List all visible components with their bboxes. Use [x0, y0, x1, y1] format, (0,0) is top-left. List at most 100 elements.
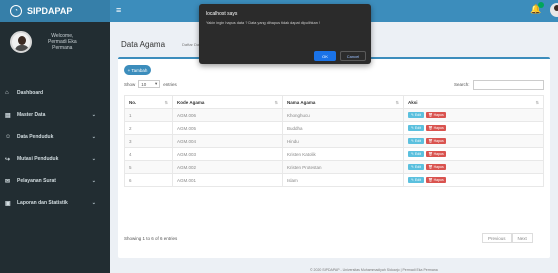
- app-logo[interactable]: ◔ SIPDAPAP: [0, 0, 110, 22]
- cell-aksi: ✎ Edit 🗑 Hapus: [403, 108, 544, 122]
- dialog-title: localhost says: [206, 11, 238, 17]
- delete-button[interactable]: 🗑 Hapus: [426, 177, 446, 183]
- sort-icon: ⇅: [535, 99, 539, 105]
- user-avatar: [10, 31, 32, 53]
- show-label: Show: [124, 81, 136, 87]
- cell-no: 2: [124, 121, 173, 135]
- cell-aksi: ✎ Edit 🗑 Hapus: [403, 173, 544, 187]
- entries-control: Show 10 ▾ entries: [124, 80, 177, 88]
- cell-aksi: ✎ Edit 🗑 Hapus: [403, 147, 544, 161]
- edit-button[interactable]: ✎ Edit: [408, 125, 424, 131]
- table-row: 6 AGM.001 Islam ✎ Edit 🗑 Hapus: [124, 173, 544, 187]
- table-info: Showing 1 to 6 of 6 entries: [124, 236, 178, 241]
- sidebar-item-master-data[interactable]: ▤ Master Data ⌄: [0, 104, 110, 126]
- data-box: + Tambah Show 10 ▾ entries Search: No. ⇅ …: [118, 57, 550, 258]
- delete-button[interactable]: 🗑 Hapus: [426, 112, 446, 118]
- sidebar-item-label: Laporan dan Statistik: [17, 200, 68, 206]
- sidebar-item-pelayanan-surat[interactable]: ✉ Pelayanan Surat ⌄: [0, 170, 110, 192]
- sidebar-item-mutasi-penduduk[interactable]: ↪ Mutasi Penduduk ⌄: [0, 148, 110, 170]
- hamburger-icon[interactable]: ≡: [116, 5, 121, 15]
- file-icon: ▣: [5, 200, 11, 207]
- chevron-down-icon: ⌄: [91, 112, 96, 118]
- cell-nama: Islam: [282, 173, 404, 187]
- chevron-down-icon: ⌄: [91, 156, 96, 162]
- select-caret-icon: ▾: [155, 81, 158, 86]
- next-button[interactable]: Next: [511, 233, 533, 243]
- sort-icon: ⇅: [164, 99, 168, 105]
- cell-nama: Hindu: [282, 134, 404, 148]
- cell-kode: AGM.005: [172, 121, 283, 135]
- delete-button[interactable]: 🗑 Hapus: [426, 125, 446, 131]
- cell-nama: Khonghucu: [282, 108, 404, 122]
- cell-kode: AGM.004: [172, 134, 283, 148]
- edit-button[interactable]: ✎ Edit: [408, 177, 424, 183]
- user-name-line2: Permana: [52, 45, 73, 51]
- dialog-message: Yakin ingin hapus data ? Data yang dihap…: [206, 21, 320, 25]
- col-kode[interactable]: Kode Agama ⇅: [172, 95, 283, 109]
- delete-button[interactable]: 🗑 Hapus: [426, 138, 446, 144]
- cell-nama: Kristen Protestan: [282, 160, 404, 174]
- cell-nama: Kristen Katolik: [282, 147, 404, 161]
- edit-button[interactable]: ✎ Edit: [408, 112, 424, 118]
- table-header-row: No. ⇅ Kode Agama ⇅ Nama Agama ⇅ Aksi ⇅: [124, 95, 544, 109]
- delete-button[interactable]: 🗑 Hapus: [426, 151, 446, 157]
- table-row: 4 AGM.003 Kristen Katolik ✎ Edit 🗑 Hapus: [124, 147, 544, 161]
- sidebar-item-label: Mutasi Penduduk: [17, 156, 59, 162]
- cell-aksi: ✎ Edit 🗑 Hapus: [403, 160, 544, 174]
- dialog-ok-button[interactable]: OK: [314, 51, 336, 61]
- table-row: 3 AGM.004 Hindu ✎ Edit 🗑 Hapus: [124, 134, 544, 148]
- page-title: Data Agama: [121, 40, 166, 49]
- chevron-down-icon: ⌄: [91, 200, 96, 206]
- delete-button[interactable]: 🗑 Hapus: [426, 164, 446, 170]
- header-avatar[interactable]: [550, 3, 558, 17]
- sidebar-item-label: Data Penduduk: [17, 134, 54, 140]
- agama-table: No. ⇅ Kode Agama ⇅ Nama Agama ⇅ Aksi ⇅ 1 AGM.…: [124, 95, 544, 187]
- sidebar-item-label: Pelayanan Surat: [17, 178, 56, 184]
- add-button[interactable]: + Tambah: [124, 65, 151, 75]
- cell-aksi: ✎ Edit 🗑 Hapus: [403, 134, 544, 148]
- footer-text: © 2020 SIPDAPAP - Universitas Muhammadiy…: [310, 268, 438, 272]
- user-panel: Welcome, Permadi Eka Permana: [0, 22, 110, 62]
- col-nama[interactable]: Nama Agama ⇅: [282, 95, 404, 109]
- sidebar-item-data-penduduk[interactable]: ☺ Data Penduduk ⌄: [0, 126, 110, 148]
- cell-nama: Buddha: [282, 121, 404, 135]
- cell-kode: AGM.003: [172, 147, 283, 161]
- sidebar-item-laporan-dan-statistik[interactable]: ▣ Laporan dan Statistik ⌄: [0, 192, 110, 214]
- table-row: 2 AGM.005 Buddha ✎ Edit 🗑 Hapus: [124, 121, 544, 135]
- dialog-cancel-button[interactable]: Cancel: [340, 51, 366, 61]
- cell-kode: AGM.006: [172, 108, 283, 122]
- sidebar: ◔ SIPDAPAP Welcome, Permadi Eka Permana …: [0, 0, 110, 273]
- edit-button[interactable]: ✎ Edit: [408, 164, 424, 170]
- search-input[interactable]: [473, 80, 544, 90]
- entries-label: entries: [163, 81, 177, 87]
- entries-value: 10: [141, 81, 147, 87]
- col-aksi[interactable]: Aksi ⇅: [403, 95, 544, 109]
- app-logo-text: SIPDAPAP: [27, 6, 73, 16]
- sort-icon: ⇅: [274, 99, 278, 105]
- users-icon: ☺: [5, 134, 12, 140]
- cell-no: 1: [124, 108, 173, 122]
- envelope-icon: ✉: [5, 178, 11, 185]
- cell-kode: AGM.001: [172, 173, 283, 187]
- table-row: 1 AGM.006 Khonghucu ✎ Edit 🗑 Hapus: [124, 108, 544, 122]
- cell-aksi: ✎ Edit 🗑 Hapus: [403, 121, 544, 135]
- cell-no: 3: [124, 134, 173, 148]
- edit-button[interactable]: ✎ Edit: [408, 151, 424, 157]
- edit-button[interactable]: ✎ Edit: [408, 138, 424, 144]
- cell-kode: AGM.002: [172, 160, 283, 174]
- previous-button[interactable]: Previous: [482, 233, 512, 243]
- entries-select[interactable]: 10 ▾: [138, 80, 161, 88]
- sidebar-item-dashboard[interactable]: ⌂ Dashboard: [0, 82, 110, 104]
- pagination: Previous Next: [482, 233, 533, 243]
- cell-no: 6: [124, 173, 173, 187]
- sort-icon: ⇅: [395, 99, 399, 105]
- col-no[interactable]: No. ⇅: [124, 95, 173, 109]
- user-info: Welcome, Permadi Eka Permana: [48, 33, 77, 51]
- home-icon: ⌂: [5, 90, 9, 96]
- chevron-down-icon: ⌄: [91, 178, 96, 184]
- table-row: 5 AGM.002 Kristen Protestan ✎ Edit 🗑 Hapus: [124, 160, 544, 174]
- chevron-down-icon: ⌄: [91, 134, 96, 140]
- share-icon: ↪: [5, 156, 11, 163]
- cell-no: 4: [124, 147, 173, 161]
- logo-icon: ◔: [10, 5, 22, 17]
